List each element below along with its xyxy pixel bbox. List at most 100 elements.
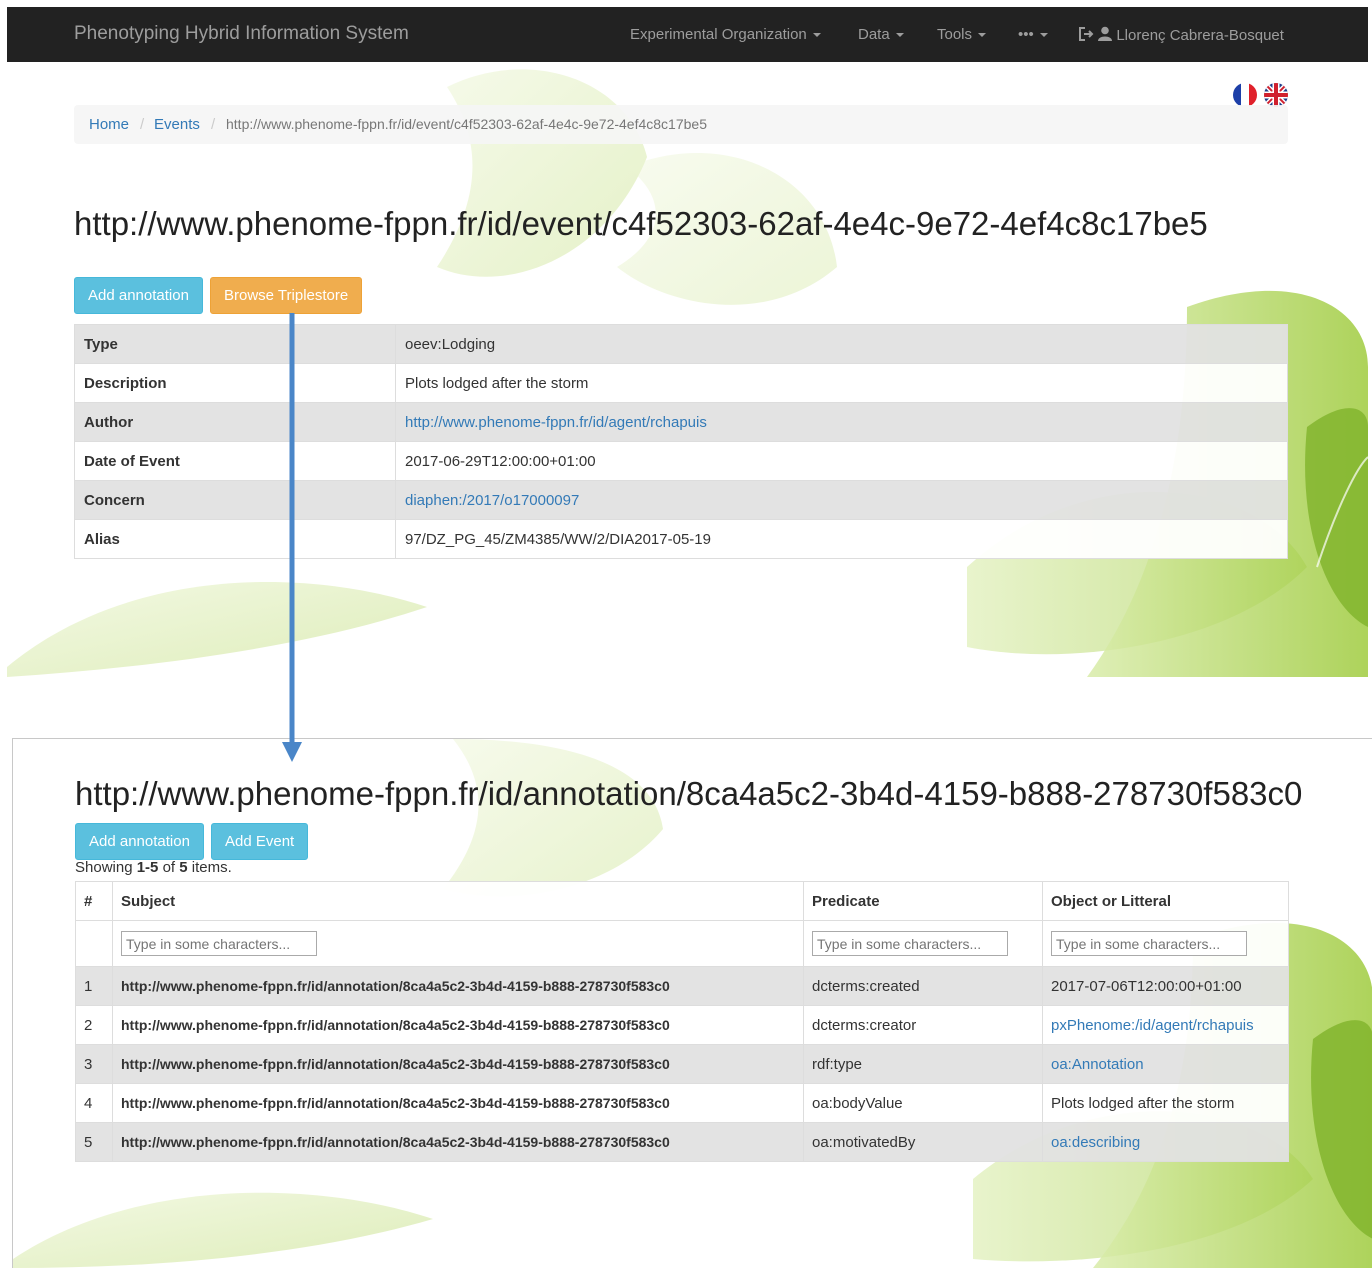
caret-down-icon — [978, 33, 987, 38]
add-annotation-button[interactable]: Add annotation — [75, 823, 204, 860]
object-filter-input[interactable] — [1051, 931, 1247, 956]
page-title: http://www.phenome-fppn.fr/id/event/c4f5… — [74, 205, 1208, 242]
menu-label: Tools — [937, 26, 973, 43]
detail-value: 97/DZ_PG_45/ZM4385/WW/2/DIA2017-05-19 — [395, 519, 1288, 559]
row-number: 2 — [75, 1005, 113, 1045]
summary-middle: of — [158, 859, 180, 876]
breadcrumb-separator: / — [211, 116, 216, 133]
browse-triplestore-button[interactable]: Browse Triplestore — [210, 277, 363, 314]
table-row: 3 http://www.phenome-fppn.fr/id/annotati… — [75, 1044, 1289, 1084]
brand-title[interactable]: Phenotyping Hybrid Information System — [74, 23, 409, 45]
row-subject: http://www.phenome-fppn.fr/id/annotation… — [112, 1005, 804, 1045]
column-header-num: # — [75, 881, 113, 921]
summary-prefix: Showing — [75, 859, 137, 876]
concern-link[interactable]: diaphen:/2017/o17000097 — [405, 492, 579, 509]
detail-key: Description — [74, 363, 396, 403]
breadcrumb-home[interactable]: Home — [89, 105, 129, 144]
uk-flag-icon[interactable] — [1264, 83, 1288, 107]
row-number: 3 — [75, 1044, 113, 1084]
user-icon — [1098, 26, 1113, 41]
author-link[interactable]: http://www.phenome-fppn.fr/id/agent/rcha… — [405, 414, 707, 431]
table-header-row: # Subject Predicate Object or Litteral — [75, 881, 1289, 921]
event-page-panel: Phenotyping Hybrid Information System Ex… — [7, 7, 1368, 677]
row-number: 5 — [75, 1122, 113, 1162]
object-link[interactable]: oa:describing — [1051, 1134, 1140, 1151]
menu-label: Experimental Organization — [630, 26, 807, 43]
menu-label: ••• — [1018, 26, 1034, 43]
filter-cell — [112, 920, 804, 967]
detail-value: 2017-06-29T12:00:00+01:00 — [395, 441, 1288, 481]
breadcrumb: Home / Events / http://www.phenome-fppn.… — [74, 105, 1288, 144]
detail-key: Author — [74, 402, 396, 442]
annotation-title: http://www.phenome-fppn.fr/id/annotation… — [75, 775, 1303, 812]
row-subject: http://www.phenome-fppn.fr/id/annotation… — [112, 1044, 804, 1084]
row-subject: http://www.phenome-fppn.fr/id/annotation… — [112, 1122, 804, 1162]
row-subject: http://www.phenome-fppn.fr/id/annotation… — [112, 1083, 804, 1123]
table-row: 1 http://www.phenome-fppn.fr/id/annotati… — [75, 966, 1289, 1006]
summary-suffix: items. — [187, 859, 232, 876]
detail-key: Date of Event — [74, 441, 396, 481]
subject-filter-input[interactable] — [121, 931, 317, 956]
detail-row-date: Date of Event 2017-06-29T12:00:00+01:00 — [74, 441, 1288, 481]
top-navbar: Phenotyping Hybrid Information System Ex… — [7, 7, 1368, 62]
column-header-predicate[interactable]: Predicate — [803, 881, 1043, 921]
add-annotation-button[interactable]: Add annotation — [74, 277, 203, 314]
row-number: 4 — [75, 1083, 113, 1123]
detail-key: Type — [74, 324, 396, 364]
detail-value: oeev:Lodging — [395, 324, 1288, 364]
row-predicate: rdf:type — [803, 1044, 1043, 1084]
row-object: oa:Annotation — [1042, 1044, 1289, 1084]
detail-row-alias: Alias 97/DZ_PG_45/ZM4385/WW/2/DIA2017-05… — [74, 519, 1288, 559]
add-event-button[interactable]: Add Event — [211, 823, 309, 860]
row-number: 1 — [75, 966, 113, 1006]
row-predicate: oa:motivatedBy — [803, 1122, 1043, 1162]
menu-tools[interactable]: Tools — [937, 26, 987, 43]
row-object: Plots lodged after the storm — [1042, 1083, 1289, 1123]
row-predicate: dcterms:creator — [803, 1005, 1043, 1045]
user-menu[interactable]: Llorenç Cabrera-Bosquet — [1078, 26, 1284, 44]
table-row: 5 http://www.phenome-fppn.fr/id/annotati… — [75, 1122, 1289, 1162]
table-row: 2 http://www.phenome-fppn.fr/id/annotati… — [75, 1005, 1289, 1045]
row-predicate: oa:bodyValue — [803, 1083, 1043, 1123]
table-row: 4 http://www.phenome-fppn.fr/id/annotati… — [75, 1083, 1289, 1123]
menu-experimental-organization[interactable]: Experimental Organization — [630, 26, 821, 43]
user-name: Llorenç Cabrera-Bosquet — [1116, 27, 1284, 44]
detail-key: Concern — [74, 480, 396, 520]
event-detail-table: Type oeev:Lodging Description Plots lodg… — [74, 324, 1288, 559]
filter-cell — [803, 920, 1043, 967]
row-object: pxPhenome:/id/agent/rchapuis — [1042, 1005, 1289, 1045]
french-flag-icon[interactable] — [1233, 83, 1257, 107]
detail-value: http://www.phenome-fppn.fr/id/agent/rcha… — [395, 402, 1288, 442]
grid-summary: Showing 1-5 of 5 items. — [75, 859, 232, 876]
column-header-object[interactable]: Object or Litteral — [1042, 881, 1289, 921]
detail-row-concern: Concern diaphen:/2017/o17000097 — [74, 480, 1288, 520]
detail-row-author: Author http://www.phenome-fppn.fr/id/age… — [74, 402, 1288, 442]
detail-row-description: Description Plots lodged after the storm — [74, 363, 1288, 403]
summary-total: 5 — [179, 859, 188, 876]
row-object: 2017-07-06T12:00:00+01:00 — [1042, 966, 1289, 1006]
caret-down-icon — [895, 33, 904, 38]
annotation-triples-table: # Subject Predicate Object or Litteral 1… — [75, 881, 1289, 1162]
breadcrumb-events[interactable]: Events — [154, 105, 200, 144]
filter-cell-empty — [75, 920, 113, 967]
detail-value: Plots lodged after the storm — [395, 363, 1288, 403]
row-subject: http://www.phenome-fppn.fr/id/annotation… — [112, 966, 804, 1006]
annotation-page-panel: http://www.phenome-fppn.fr/id/annotation… — [12, 738, 1372, 1268]
row-object: oa:describing — [1042, 1122, 1289, 1162]
filter-cell — [1042, 920, 1289, 967]
menu-more[interactable]: ••• — [1018, 26, 1048, 43]
object-link[interactable]: pxPhenome:/id/agent/rchapuis — [1051, 1017, 1254, 1034]
row-predicate: dcterms:created — [803, 966, 1043, 1006]
menu-label: Data — [858, 26, 890, 43]
breadcrumb-separator: / — [140, 116, 145, 133]
predicate-filter-input[interactable] — [812, 931, 1008, 956]
detail-value: diaphen:/2017/o17000097 — [395, 480, 1288, 520]
filter-row — [75, 920, 1289, 967]
caret-down-icon — [812, 33, 821, 38]
detail-key: Alias — [74, 519, 396, 559]
menu-data[interactable]: Data — [858, 26, 904, 43]
column-header-subject[interactable]: Subject — [112, 881, 804, 921]
logout-icon — [1079, 27, 1094, 41]
breadcrumb-current: http://www.phenome-fppn.fr/id/event/c4f5… — [226, 116, 707, 132]
object-link[interactable]: oa:Annotation — [1051, 1056, 1144, 1073]
